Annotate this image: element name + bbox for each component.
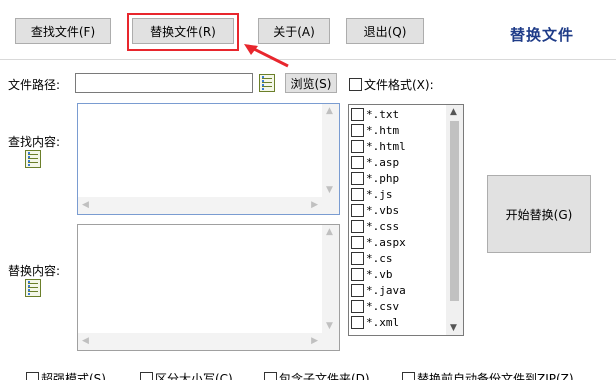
file-format-checkbox[interactable]: 文件格式(X): — [349, 76, 434, 93]
file-type-label: *.txt — [366, 107, 400, 121]
file-type-item[interactable]: *.cs — [351, 250, 393, 266]
highlight-box — [127, 13, 239, 51]
file-type-label: *.js — [366, 187, 393, 201]
scroll-right-icon[interactable]: ▶ — [311, 200, 318, 210]
annotation-arrow-icon — [244, 44, 289, 68]
file-type-list[interactable]: *.txt *.htm *.html *.asp *.php *.js *.vb… — [348, 104, 464, 336]
replace-hscroll[interactable]: ◀ ▶ — [78, 333, 322, 350]
scroll-thumb[interactable] — [450, 121, 459, 301]
scroll-up-icon[interactable]: ▲ — [326, 227, 333, 237]
replace-vscroll[interactable]: ▲ ▼ — [322, 225, 339, 333]
file-type-label: *.html — [366, 139, 406, 153]
find-content-textarea[interactable]: ▲ ▼ ◀ ▶ — [77, 103, 340, 215]
file-type-label: *.asp — [366, 155, 400, 169]
file-type-item[interactable]: *.xml — [351, 314, 399, 330]
file-type-label: *.vbs — [366, 203, 400, 217]
browse-button[interactable]: 浏览(S) — [285, 73, 337, 93]
file-type-item[interactable]: *.csv — [351, 298, 399, 314]
file-format-check[interactable] — [349, 78, 362, 91]
scroll-corner — [322, 333, 339, 350]
file-type-label: *.htm — [366, 123, 400, 137]
file-type-label: *.css — [366, 219, 400, 233]
file-type-label: *.csv — [366, 299, 400, 313]
file-type-item[interactable]: *.html — [351, 138, 406, 154]
file-type-label: *.php — [366, 171, 400, 185]
option-label: 包含子文件夹(D) — [279, 372, 370, 380]
file-type-label: *.xml — [366, 315, 400, 329]
file-path-input[interactable] — [75, 73, 253, 93]
replace-content-picker-icon[interactable] — [25, 279, 41, 297]
find-file-button[interactable]: 查找文件(F) — [15, 18, 111, 44]
find-content-picker-icon[interactable] — [25, 150, 41, 168]
option-include-subfolders[interactable]: 包含子文件夹(D) — [264, 370, 370, 380]
app-title: 替换文件 — [510, 26, 575, 44]
file-type-label: *.cs — [366, 251, 393, 265]
scroll-down-icon[interactable]: ▼ — [326, 185, 333, 195]
folder-picker-icon[interactable] — [259, 74, 275, 92]
file-type-item[interactable]: *.aspx — [351, 234, 406, 250]
replace-content-label: 替换内容: — [8, 264, 61, 278]
scroll-up-icon[interactable]: ▲ — [326, 106, 333, 116]
scroll-right-icon[interactable]: ▶ — [311, 336, 318, 346]
file-type-scrollbar[interactable]: ▲ ▼ — [446, 105, 463, 335]
replace-content-textarea[interactable]: ▲ ▼ ◀ ▶ — [77, 224, 340, 351]
option-super-mode[interactable]: 超强模式(S) — [26, 370, 106, 380]
file-type-item[interactable]: *.vbs — [351, 202, 399, 218]
scroll-corner — [322, 197, 339, 214]
find-hscroll[interactable]: ◀ ▶ — [78, 197, 322, 214]
option-backup-zip[interactable]: 替换前自动备份文件到ZIP(Z) — [402, 370, 574, 380]
scroll-down-icon[interactable]: ▼ — [450, 323, 457, 333]
about-button[interactable]: 关于(A) — [258, 18, 330, 44]
file-type-item[interactable]: *.php — [351, 170, 399, 186]
file-type-item[interactable]: *.css — [351, 218, 399, 234]
file-type-item[interactable]: *.asp — [351, 154, 399, 170]
option-label: 区分大小写(C) — [155, 372, 233, 380]
find-content-label: 查找内容: — [8, 135, 61, 149]
start-replace-button[interactable]: 开始替换(G) — [487, 175, 591, 253]
file-type-item[interactable]: *.htm — [351, 122, 399, 138]
file-type-label: *.aspx — [366, 235, 406, 249]
option-label: 替换前自动备份文件到ZIP(Z) — [417, 372, 574, 380]
option-match-case[interactable]: 区分大小写(C) — [140, 370, 233, 380]
file-type-item[interactable]: *.js — [351, 186, 393, 202]
option-label: 超强模式(S) — [41, 372, 106, 380]
file-type-label: *.vb — [366, 267, 393, 281]
scroll-left-icon[interactable]: ◀ — [82, 336, 89, 346]
file-path-label: 文件路径: — [8, 78, 61, 92]
file-type-item[interactable]: *.vb — [351, 266, 393, 282]
scroll-left-icon[interactable]: ◀ — [82, 200, 89, 210]
file-type-label: *.java — [366, 283, 406, 297]
scroll-up-icon[interactable]: ▲ — [450, 107, 457, 117]
exit-button[interactable]: 退出(Q) — [346, 18, 424, 44]
find-vscroll[interactable]: ▲ ▼ — [322, 104, 339, 197]
file-type-item[interactable]: *.txt — [351, 106, 399, 122]
toolbar: 查找文件(F) 替换文件(R) 关于(A) 退出(Q) 替换文件 — [0, 0, 616, 68]
scroll-down-icon[interactable]: ▼ — [326, 321, 333, 331]
file-type-item[interactable]: *.java — [351, 282, 406, 298]
file-format-label: 文件格式(X): — [364, 78, 434, 92]
